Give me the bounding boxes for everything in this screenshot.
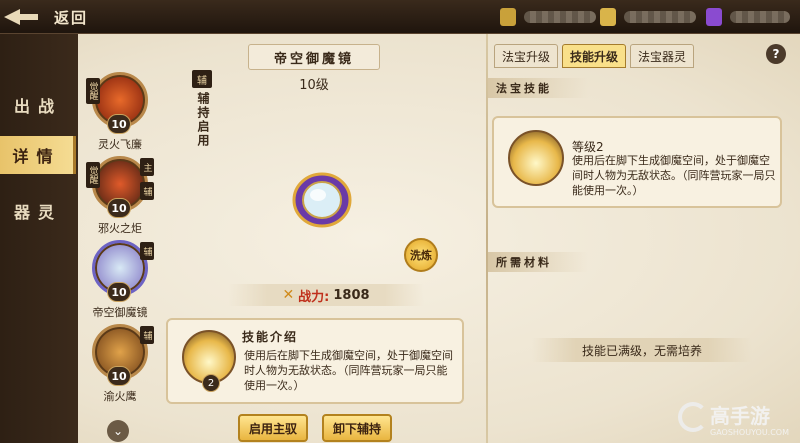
assist-status: 辅持启用 (196, 92, 210, 148)
tab-skill-upgrade[interactable]: 技能升级 (562, 44, 627, 68)
assist-badge: 辅 (192, 70, 212, 88)
resource-gold (500, 6, 596, 28)
watermark-text: 高手游 (710, 404, 770, 428)
weapon-title: 帝空御魔镜 (248, 44, 380, 70)
power-label: 战力: (298, 289, 330, 305)
scroll-down-icon[interactable]: ⌄ (107, 420, 129, 442)
tab-spirit[interactable]: 器灵 (0, 192, 76, 230)
skill-intro-box: 2 技能介绍 使用后在脚下生成御魔空间，处于御魔空间时人物为无敌状态。（同阵营玩… (166, 318, 464, 404)
weapon-level: 10 (107, 114, 131, 134)
skill-intro-title: 技能介绍 (242, 330, 299, 344)
section-materials: 所需材料 (488, 252, 588, 272)
skill-level: 2 (202, 374, 220, 392)
watermark-url: GAOSHOUYOU.COM (710, 428, 790, 437)
weapon-name: 灵火飞廉 (98, 138, 142, 151)
weapon-item[interactable]: 觉醒 10 灵火飞廉 (80, 72, 160, 156)
weapon-level: 10 (107, 198, 131, 218)
assist-badge: 辅 (140, 182, 154, 200)
crystal-icon (706, 8, 722, 26)
weapon-list: 觉醒 10 灵火飞廉 觉醒 主 辅 10 邪火之炬 辅 10 帝空御魔镜 辅 1… (80, 70, 160, 440)
left-tab-bar: 出战 详情 器灵 (0, 34, 78, 443)
weapon-level: 10 (107, 366, 131, 386)
max-level-notice: 技能已满级，无需培养 (532, 338, 752, 362)
weapon-name: 邪火之炬 (98, 222, 142, 235)
resource-gem (600, 6, 696, 28)
watermark-logo: 高手游 GAOSHOUYOU.COM (676, 398, 800, 443)
enable-main-button[interactable]: 启用主驭 (238, 414, 308, 442)
weapon-level: 10 (107, 282, 131, 302)
weapon-item-selected[interactable]: 辅 10 帝空御魔镜 (80, 240, 160, 324)
weapon-name: 渝火鹰 (103, 390, 137, 403)
gold-icon (500, 8, 516, 26)
tab-weapon-spirit[interactable]: 法宝器灵 (630, 44, 695, 68)
sword-icon: ✕ (282, 287, 295, 303)
right-skill-box: 等级2 使用后在脚下生成御魔空间，处于御魔空间时人物为无敌状态。（同阵营玩家一局… (492, 116, 782, 208)
weapon-item[interactable]: 觉醒 主 辅 10 邪火之炬 (80, 156, 160, 240)
awaken-badge: 觉醒 (86, 162, 100, 188)
skill-description: 使用后在脚下生成御魔空间，处于御魔空间时人物为无敌状态。（同阵营玩家一局只能使用… (244, 349, 453, 392)
assist-badge: 辅 (140, 326, 154, 344)
top-bar: 返回 (0, 0, 800, 34)
weapon-item[interactable]: 辅 10 渝火鹰 (80, 324, 160, 408)
power-display: ✕ 战力: 1808 (228, 284, 424, 306)
resource-value-blurred (730, 11, 790, 23)
tab-deploy[interactable]: 出战 (0, 86, 76, 124)
refine-button[interactable]: 洗炼 (404, 238, 438, 272)
power-value: 1808 (333, 287, 370, 303)
skill-icon (508, 130, 564, 186)
watermark-g-icon (678, 402, 708, 432)
tab-weapon-upgrade[interactable]: 法宝升级 (494, 44, 559, 68)
back-button[interactable]: 返回 (2, 4, 112, 30)
unload-assist-button[interactable]: 卸下辅持 (322, 414, 392, 442)
back-arrow-icon (2, 6, 38, 28)
main-badge: 主 (140, 158, 154, 176)
help-icon[interactable]: ? (766, 44, 786, 64)
resource-value-blurred (524, 11, 596, 23)
resource-value-blurred (624, 11, 696, 23)
awaken-badge: 觉醒 (86, 78, 100, 104)
resource-crystal (706, 6, 790, 28)
tab-details[interactable]: 详情 (0, 136, 76, 174)
weapon-level-text: 10级 (299, 78, 329, 93)
mirror-icon (292, 172, 352, 228)
skill-description: 使用后在脚下生成御魔空间，处于御魔空间时人物为无敌状态。（同阵营玩家一局只能使用… (572, 154, 776, 197)
section-weapon-skill: 法宝技能 (488, 78, 588, 98)
back-label: 返回 (54, 8, 89, 27)
gem-icon (600, 8, 616, 26)
right-tab-bar: 法宝升级 技能升级 法宝器灵 (494, 44, 698, 68)
assist-badge: 辅 (140, 242, 154, 260)
weapon-name: 帝空御魔镜 (92, 306, 148, 319)
